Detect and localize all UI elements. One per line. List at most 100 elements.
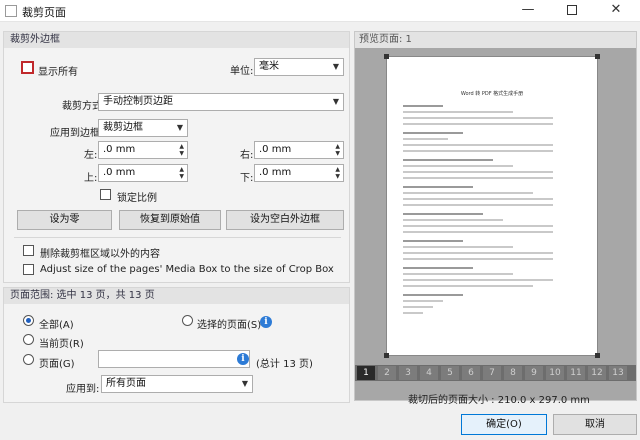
spinner-arrows-icon[interactable]: ▲ ▼ <box>335 166 340 180</box>
text-line <box>403 219 503 221</box>
text-line <box>403 171 553 173</box>
page-thumbnail[interactable]: 1 <box>357 366 375 380</box>
preview-page[interactable]: Word 转 PDF 格式生成手册 <box>384 54 600 358</box>
page-range-group: 页面范围: 选中 13 页，共 13 页 全部(A) 选择的页面(S) i 当前… <box>3 287 350 403</box>
page-thumbnail[interactable]: 3 <box>399 366 417 380</box>
text-line <box>403 150 553 152</box>
lock-ratio-checkbox[interactable] <box>100 189 111 200</box>
text-line <box>403 165 513 167</box>
set-zero-button[interactable]: 设为零 <box>17 210 112 230</box>
right-margin-label: 右: <box>240 150 254 161</box>
adjust-media-box-label: Adjust size of the pages' Media Box to t… <box>40 264 334 275</box>
apply-to-select[interactable]: 所有页面 ▼ <box>101 375 253 393</box>
minimize-button[interactable]: — <box>506 0 550 22</box>
apply-to-box-label: 应用到边框 <box>50 128 100 139</box>
app-icon <box>5 5 17 17</box>
left-margin-label: 左: <box>84 150 98 161</box>
current-page-radio[interactable] <box>23 334 34 345</box>
page-thumbnail[interactable]: 11 <box>567 366 585 380</box>
page-range-label: 页面(G) <box>39 359 75 370</box>
chevron-down-icon: ▼ <box>241 379 248 388</box>
delete-outside-label: 删除裁剪框区域以外的内容 <box>40 249 160 260</box>
crop-mode-select[interactable]: 手动控制页边距 ▼ <box>98 93 344 111</box>
spinner-arrows-icon[interactable]: ▲ ▼ <box>179 143 184 157</box>
page-range-radio[interactable] <box>23 354 34 365</box>
page-thumbnail[interactable]: 10 <box>546 366 564 380</box>
page-thumbnail[interactable]: 9 <box>525 366 543 380</box>
left-margin-input[interactable]: .0 mm ▲ ▼ <box>98 141 188 159</box>
text-line <box>403 312 423 314</box>
lock-ratio-label: 锁定比例 <box>117 193 157 204</box>
text-line <box>403 177 553 179</box>
selected-pages-label: 选择的页面(S) <box>197 320 262 331</box>
text-line <box>403 306 433 308</box>
ok-button[interactable]: 确定(O) <box>461 414 547 435</box>
page-thumbnail[interactable]: 7 <box>483 366 501 380</box>
settings-panel: 裁剪外边框 显示所有 单位: 毫米 ▼ 裁剪方式 手动控制页边距 ▼ 应用到边框… <box>3 31 350 435</box>
restore-original-button[interactable]: 恢复到原始值 <box>119 210 221 230</box>
total-pages-label: (总计 13 页) <box>256 359 313 370</box>
show-all-checkbox[interactable] <box>21 61 34 74</box>
top-margin-input[interactable]: .0 mm ▲ ▼ <box>98 164 188 182</box>
right-margin-value: .0 mm <box>259 144 292 155</box>
spinner-arrows-icon[interactable]: ▲ ▼ <box>335 143 340 157</box>
crop-handle-bottom-left[interactable] <box>384 353 389 358</box>
text-line <box>403 273 513 275</box>
text-line <box>403 213 483 215</box>
crop-handle-top-left[interactable] <box>384 54 389 59</box>
text-line <box>403 111 513 113</box>
chevron-down-icon: ▼ <box>332 97 339 106</box>
crop-mode-select-value: 手动控制页边距 <box>103 96 173 107</box>
text-line <box>403 132 463 134</box>
crop-handle-top-right[interactable] <box>595 54 600 59</box>
page-range-header: 页面范围: 选中 13 页，共 13 页 <box>4 288 349 304</box>
text-line <box>403 231 553 233</box>
maximize-button[interactable] <box>550 0 594 22</box>
cancel-button[interactable]: 取消 <box>553 414 637 435</box>
selected-pages-radio[interactable] <box>182 315 193 326</box>
page-thumbnail[interactable]: 12 <box>588 366 606 380</box>
info-icon[interactable]: i <box>260 316 272 328</box>
adjust-media-box-checkbox[interactable] <box>23 264 34 275</box>
text-line <box>403 285 533 287</box>
page-thumbnail[interactable]: 13 <box>609 366 627 380</box>
chevron-down-icon: ▼ <box>332 62 339 71</box>
text-line <box>403 258 553 260</box>
bottom-margin-input[interactable]: .0 mm ▲ ▼ <box>254 164 344 182</box>
all-pages-radio[interactable] <box>23 315 34 326</box>
top-margin-label: 上: <box>84 173 98 184</box>
title-bar: 裁剪页面 — ✕ <box>0 0 640 22</box>
set-white-margin-button[interactable]: 设为空白外边框 <box>226 210 344 230</box>
apply-to-label: 应用到: <box>66 384 100 395</box>
spinner-arrows-icon[interactable]: ▲ ▼ <box>179 166 184 180</box>
window-title: 裁剪页面 <box>22 6 66 19</box>
crop-margins-group: 裁剪外边框 显示所有 单位: 毫米 ▼ 裁剪方式 手动控制页边距 ▼ 应用到边框… <box>3 31 350 283</box>
page-thumbnail[interactable]: 6 <box>462 366 480 380</box>
crop-handle-bottom-right[interactable] <box>595 353 600 358</box>
page-range-input[interactable] <box>98 350 250 368</box>
text-line <box>403 105 443 107</box>
unit-label: 单位: <box>230 66 254 77</box>
info-icon[interactable]: i <box>237 353 249 365</box>
text-line <box>403 225 553 227</box>
top-margin-value: .0 mm <box>103 167 136 178</box>
chevron-down-icon: ▼ <box>176 123 183 132</box>
page-thumbnail[interactable]: 8 <box>504 366 522 380</box>
delete-outside-checkbox[interactable] <box>23 245 34 256</box>
all-pages-label: 全部(A) <box>39 320 74 331</box>
right-margin-input[interactable]: .0 mm ▲ ▼ <box>254 141 344 159</box>
page-thumbnail[interactable]: 4 <box>420 366 438 380</box>
apply-to-box-select[interactable]: 裁剪边框 ▼ <box>98 119 188 137</box>
text-line <box>403 300 443 302</box>
close-button[interactable]: ✕ <box>594 0 638 22</box>
text-line <box>403 294 463 296</box>
bottom-margin-label: 下: <box>240 173 254 184</box>
current-page-label: 当前页(R) <box>39 339 84 350</box>
page-thumbnail-strip: 1 2 3 4 5 6 7 8 9 10 11 12 13 <box>355 365 636 381</box>
unit-select[interactable]: 毫米 ▼ <box>254 58 344 76</box>
cropped-size-label: 裁切后的页面大小 : 210.0 x 297.0 mm <box>408 395 590 406</box>
page-thumbnail[interactable]: 2 <box>378 366 396 380</box>
text-line <box>403 192 533 194</box>
page-thumbnail[interactable]: 5 <box>441 366 459 380</box>
preview-panel: 预览页面: 1 Word 转 PDF 格式生成手册 1 2 3 4 5 6 7 8 9 10 11 1… <box>354 31 637 401</box>
